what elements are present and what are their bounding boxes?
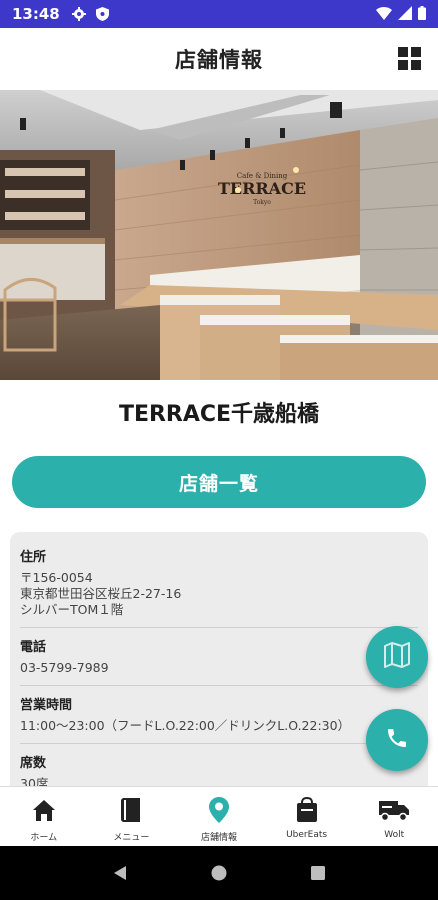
book-icon xyxy=(120,796,142,824)
nav-item-ubereats[interactable]: UberEats xyxy=(263,787,351,846)
phone-label: 電話 xyxy=(20,640,47,655)
home-circle-icon[interactable] xyxy=(204,858,234,888)
nav-item-menu[interactable]: メニュー xyxy=(88,787,176,846)
status-bar: 13:48 xyxy=(0,0,438,28)
store-info-card: 住所 〒156-0054 東京都世田谷区桜丘2-27-16 シルバーTOM１階 … xyxy=(10,532,428,802)
app-screen: 13:48 店舗情報 Cafe & Dining TERRACE Tokyo T… xyxy=(0,0,438,900)
shop-name: TERRACE千歳船橋 xyxy=(118,402,320,427)
bag-icon xyxy=(296,796,318,824)
page-title: 店舗情報 xyxy=(175,48,263,72)
phone-icon xyxy=(385,726,409,754)
back-icon[interactable] xyxy=(105,858,135,888)
home-icon xyxy=(32,796,56,824)
settings-gear-icon xyxy=(71,7,86,21)
nav-label-wolt: Wolt xyxy=(384,830,405,840)
recents-square-icon[interactable] xyxy=(303,858,333,888)
nav-label-menu: メニュー xyxy=(113,833,150,843)
map-icon xyxy=(383,642,411,672)
nav-label-home: ホーム xyxy=(30,833,58,843)
shield-icon xyxy=(96,7,110,21)
call-button[interactable] xyxy=(366,709,428,771)
store-photo: Cafe & Dining TERRACE Tokyo xyxy=(0,90,438,380)
location-pin-icon xyxy=(208,796,230,824)
nav-item-home[interactable]: ホーム xyxy=(0,787,88,846)
wifi-icon xyxy=(376,5,392,24)
phone-section: 電話 03-5799-7989 xyxy=(20,628,418,686)
address-building: シルバーTOM１階 xyxy=(20,602,124,617)
app-header: 店舗情報 xyxy=(0,28,438,90)
address-label: 住所 xyxy=(20,550,47,565)
map-button[interactable] xyxy=(366,626,428,688)
status-time: 13:48 xyxy=(12,5,60,23)
phone-value[interactable]: 03-5799-7989 xyxy=(20,660,418,676)
nav-item-store-info[interactable]: 店舗情報 xyxy=(175,787,263,846)
address-postal: 〒156-0054 xyxy=(20,570,93,585)
delivery-truck-icon xyxy=(378,796,410,824)
bottom-navigation: ホーム メニュー 店舗情報 UberEats Wolt xyxy=(0,786,438,846)
signal-icon xyxy=(398,5,412,24)
seats-label: 席数 xyxy=(20,756,47,771)
store-list-button[interactable]: 店舗一覧 xyxy=(12,456,426,508)
hours-section: 営業時間 11:00〜23:00（フードL.O.22:00／ドリンクL.O.22… xyxy=(20,686,418,744)
system-navigation-bar xyxy=(0,846,438,900)
hours-label: 営業時間 xyxy=(20,698,73,713)
address-section: 住所 〒156-0054 東京都世田谷区桜丘2-27-16 シルバーTOM１階 xyxy=(20,538,418,628)
battery-icon xyxy=(418,5,426,24)
grid-menu-icon[interactable] xyxy=(398,47,422,71)
address-street: 東京都世田谷区桜丘2-27-16 xyxy=(20,586,182,601)
sign-main-text: TERRACE xyxy=(218,179,306,198)
status-right-icons xyxy=(376,5,426,24)
nav-item-wolt[interactable]: Wolt xyxy=(350,787,438,846)
nav-label-ubereats: UberEats xyxy=(286,830,328,840)
sign-bottom-text: Tokyo xyxy=(253,199,271,206)
hours-value: 11:00〜23:00（フードL.O.22:00／ドリンクL.O.22:30） xyxy=(20,718,351,733)
nav-label-store-info: 店舗情報 xyxy=(200,833,237,843)
